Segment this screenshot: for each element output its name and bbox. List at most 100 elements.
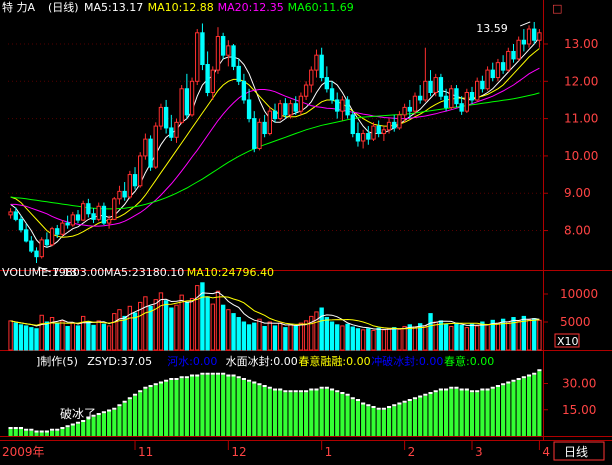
candle-body	[469, 91, 475, 101]
indicator-bar	[49, 430, 55, 436]
indicator-bar-cap	[392, 404, 397, 407]
volume-bar	[158, 292, 164, 351]
indicator-bar-cap	[252, 381, 257, 384]
indicator-bar-cap	[412, 397, 418, 400]
volume-bar	[371, 329, 376, 351]
period-tab-label[interactable]: 日线	[564, 445, 588, 459]
indicator-bar-cap	[174, 378, 179, 380]
indicator-bar-cap	[107, 409, 112, 412]
volume-bar	[532, 318, 537, 351]
indicator-bar-cap	[96, 413, 101, 415]
date-label: 4	[542, 445, 550, 459]
indicator-bar	[485, 390, 490, 436]
indicator-bar	[44, 432, 49, 436]
indicator-bar	[381, 409, 386, 436]
indicator-bar-cap	[210, 372, 215, 375]
volume-bar	[381, 329, 387, 351]
indicator-bar	[267, 388, 272, 436]
high-marker-label: 13.59	[476, 22, 508, 35]
ma-legend-item-1: MA10:12.88	[148, 1, 214, 14]
volume-bar	[459, 324, 464, 351]
candle-body	[277, 103, 283, 120]
volume-bar	[106, 325, 112, 351]
indicator-bar	[189, 376, 195, 436]
candle-body	[189, 80, 195, 116]
volume-bar	[272, 325, 278, 351]
candle-body	[184, 88, 190, 116]
indicator-bar	[158, 383, 164, 436]
indicator-bar-cap	[376, 407, 381, 410]
candle-body	[449, 88, 454, 108]
candle-body	[29, 240, 34, 252]
indicator-bar-cap	[200, 372, 205, 375]
volume-bar	[277, 322, 283, 351]
candle-body	[80, 203, 86, 221]
volume-bar	[438, 320, 444, 351]
indicator-bar-cap	[195, 374, 200, 377]
indicator-tick-label: 15.00	[562, 403, 596, 417]
candle-body	[407, 106, 412, 112]
candle-body	[303, 84, 309, 97]
candle-body	[91, 213, 96, 220]
price-tick-label: 10.00	[564, 149, 598, 163]
volume-bar	[169, 307, 174, 351]
indicator-bar	[355, 401, 361, 436]
indicator-bar	[18, 429, 24, 436]
volume-bar	[184, 301, 190, 351]
indicator-bar-cap	[495, 385, 501, 387]
volume-bar	[355, 328, 361, 351]
indicator-bar	[143, 388, 148, 436]
indicator-bar	[366, 406, 371, 436]
indicator-bar	[428, 394, 433, 436]
indicator-bar-cap	[112, 407, 117, 410]
indicator-bar	[195, 376, 200, 436]
indicator-bar-cap	[501, 383, 506, 386]
indicator-bar	[449, 388, 454, 436]
candle-body	[49, 228, 55, 246]
candle-body	[55, 228, 60, 235]
indicator-bar-cap	[70, 423, 75, 426]
indicator-bar-cap	[65, 425, 70, 428]
candle-body	[262, 121, 267, 135]
volume-bar	[8, 320, 13, 351]
indicator-bar	[298, 392, 303, 436]
indicator-bar-cap	[402, 400, 407, 403]
indicator-bar-cap	[433, 390, 438, 393]
volume-bar	[262, 325, 267, 351]
indicator-bar-cap	[485, 388, 490, 391]
candle-body	[252, 118, 257, 149]
candle-body	[340, 99, 345, 112]
indicator-bar	[532, 374, 537, 436]
indicator-bar-cap	[319, 386, 324, 389]
indicator-bar-cap	[324, 386, 329, 389]
indicator-bar-cap	[381, 407, 386, 410]
candle-body	[13, 211, 18, 220]
indicator-bar	[293, 392, 298, 436]
indicator-bar	[537, 371, 542, 436]
volume-bar	[101, 323, 107, 351]
indicator-bar-cap	[247, 379, 252, 382]
volume-bar	[236, 317, 241, 351]
candle-body	[169, 127, 174, 138]
indicator-bar-cap	[44, 430, 49, 433]
volume-bar	[412, 326, 418, 351]
indicator-bar-cap	[158, 381, 164, 384]
indicator-bar	[324, 388, 329, 436]
break-ice-annotation: 破冰了	[60, 406, 96, 421]
candle-body	[117, 190, 122, 200]
volume-bar	[335, 324, 340, 351]
volume-bar	[34, 328, 39, 351]
candle-body	[506, 50, 511, 71]
candle-body	[210, 69, 215, 93]
volume-bar	[179, 294, 184, 351]
volume-bar	[231, 313, 236, 351]
indicator-bar-cap	[537, 369, 542, 372]
volume-bar	[215, 290, 221, 351]
indicator-bar	[101, 413, 106, 436]
indicator-bar	[526, 376, 532, 436]
volume-bar	[143, 296, 148, 351]
indicator-bar-cap	[122, 400, 127, 403]
indicator-bar	[55, 430, 60, 436]
indicator-legend-item-2: 河水:0.00	[167, 355, 217, 368]
volume-bar	[469, 323, 475, 351]
